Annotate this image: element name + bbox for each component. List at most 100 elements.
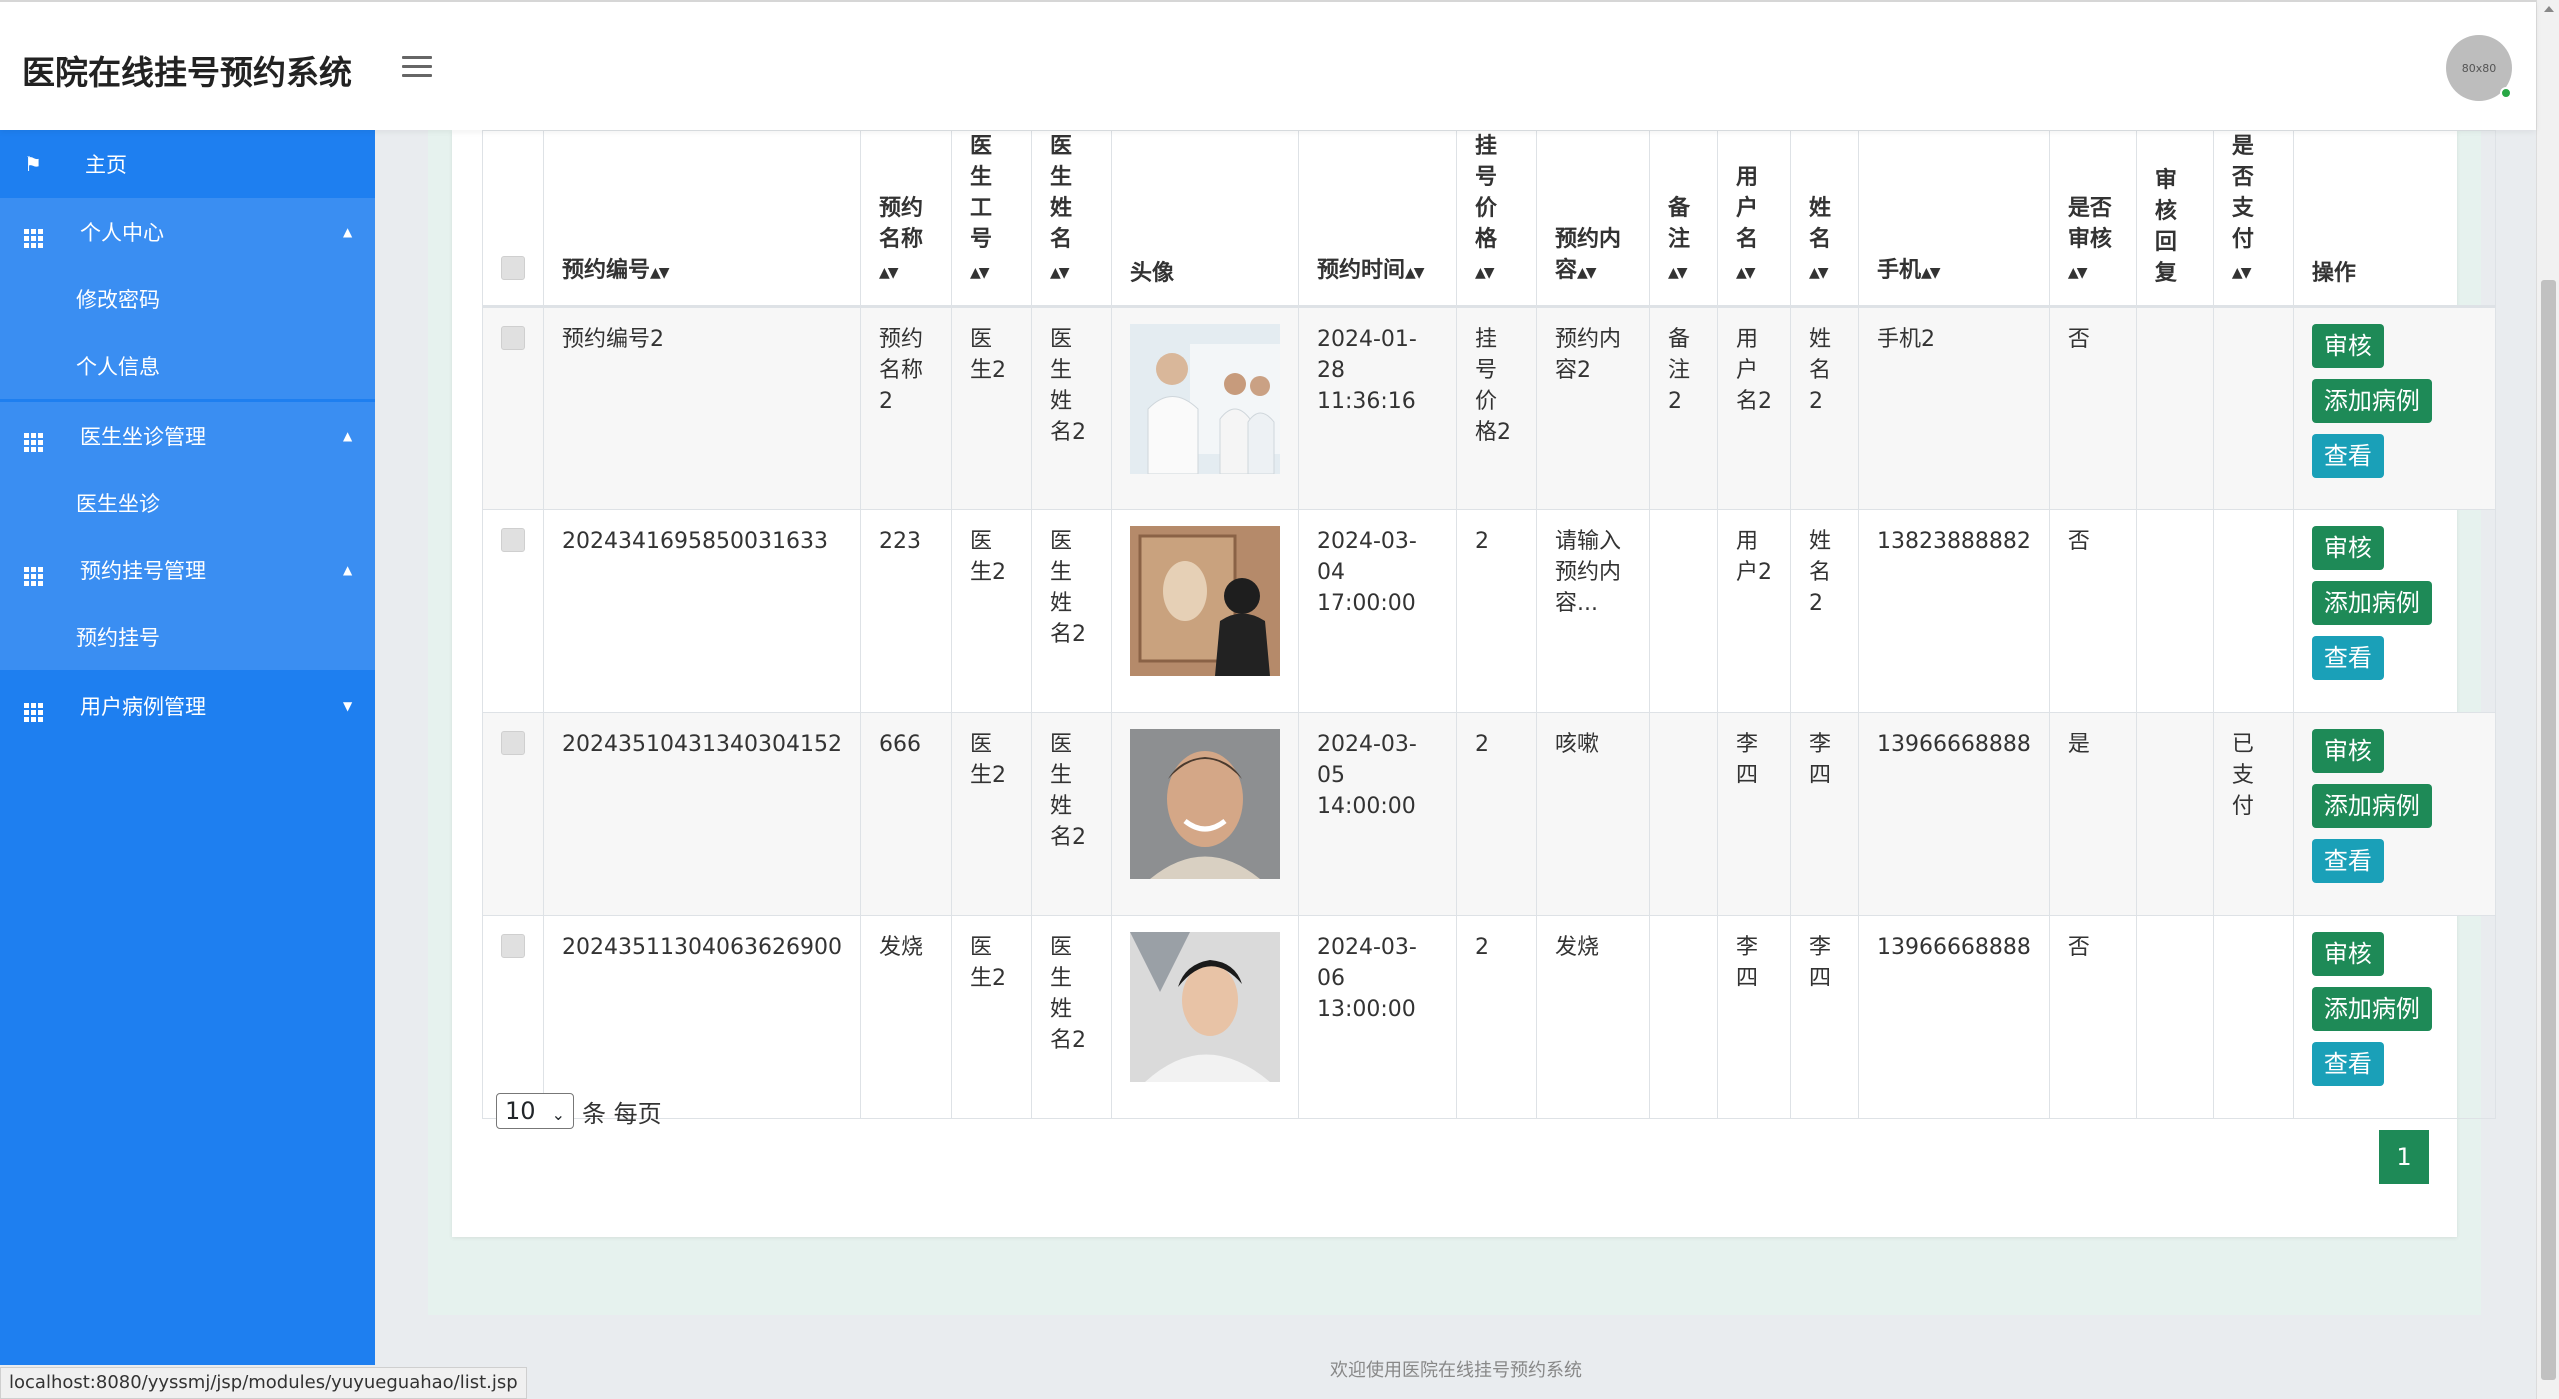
sort-icon[interactable]: ▲▼ <box>1577 265 1596 281</box>
header-cell[interactable]: 备注 ▲▼ <box>1648 130 1718 308</box>
cell-real-name: 姓名2 <box>1789 306 1859 510</box>
sidebar-item-doctor-schedule[interactable]: 医生坐诊 <box>0 469 375 536</box>
header-cell[interactable]: 预约名称▲▼ <box>859 130 952 308</box>
row-checkbox-cell[interactable] <box>482 712 544 916</box>
sort-icon[interactable]: ▲▼ <box>1921 265 1940 281</box>
review-button[interactable]: 审核 <box>2311 324 2384 368</box>
cell-name: 666 <box>859 712 952 916</box>
sort-icon[interactable]: ▲▼ <box>1050 265 1069 281</box>
cell-name: 预约名称2 <box>859 306 952 510</box>
page-button-current[interactable]: 1 <box>2379 1130 2429 1184</box>
view-button[interactable]: 查看 <box>2311 636 2384 680</box>
sort-icon[interactable]: ▲▼ <box>1809 265 1828 281</box>
select-all-checkbox-cell[interactable] <box>482 130 544 308</box>
table-row: 20243510431340304152 666 医生2 医生姓名2 2024-… <box>482 712 2496 916</box>
sort-icon[interactable]: ▲▼ <box>1475 265 1494 281</box>
sidebar-item-change-password[interactable]: 修改密码 <box>0 265 375 332</box>
cell-price: 2 <box>1455 712 1537 916</box>
header-cell[interactable]: 预约内容▲▼ <box>1535 130 1650 308</box>
online-status-dot <box>2500 87 2512 99</box>
app-title: 医院在线挂号预约系统 <box>22 53 352 92</box>
sort-icon[interactable]: ▲▼ <box>970 265 989 281</box>
grid-icon <box>22 215 44 248</box>
header-cell[interactable]: 手机▲▼ <box>1857 130 2050 308</box>
cell-reply <box>2135 306 2214 510</box>
avatar-photo-painting <box>1129 526 1280 676</box>
hamburger-menu-icon[interactable] <box>402 56 432 80</box>
sort-icon[interactable]: ▲▼ <box>1736 265 1755 281</box>
sort-icon[interactable]: ▲▼ <box>650 265 669 281</box>
view-button[interactable]: 查看 <box>2311 434 2384 478</box>
cell-price: 2 <box>1455 509 1537 713</box>
grid-icon <box>22 419 44 452</box>
sidebar-group-doctor-schedule[interactable]: 医生坐诊管理 ▲ <box>0 402 375 469</box>
add-case-button[interactable]: 添加病例 <box>2311 784 2432 828</box>
review-button[interactable]: 审核 <box>2311 526 2384 570</box>
cell-name: 发烧 <box>859 915 952 1119</box>
select-all-checkbox[interactable] <box>501 256 525 280</box>
cell-id: 20243511304063626900 <box>543 915 861 1119</box>
cell-note <box>1648 915 1718 1119</box>
table-row: 20243511304063626900 发烧 医生2 医生姓名2 2024-0… <box>482 915 2496 1119</box>
cell-time: 2024-03-04 17:00:00 <box>1297 509 1457 713</box>
cell-content: 预约内容2 <box>1535 306 1650 510</box>
row-checkbox[interactable] <box>501 934 525 958</box>
header-cell[interactable]: 姓名 ▲▼ <box>1789 130 1859 308</box>
sidebar-item-appointments[interactable]: 预约挂号 <box>0 603 375 670</box>
sort-icon[interactable]: ▲▼ <box>879 265 898 281</box>
review-button[interactable]: 审核 <box>2311 932 2384 976</box>
caret-up-icon: ▲ <box>343 224 353 239</box>
cell-price: 2 <box>1455 915 1537 1119</box>
per-page-label: 条 每页 <box>582 1100 662 1128</box>
header-cell[interactable]: 医生工号 ▲▼ <box>950 130 1032 308</box>
sidebar-item-label: 修改密码 <box>76 287 160 312</box>
row-checkbox[interactable] <box>501 326 525 350</box>
chevron-down-icon: ⌄ <box>551 1105 565 1124</box>
header-cell[interactable]: 预约编号▲▼ <box>543 130 861 308</box>
header-cell[interactable]: 医生姓名 ▲▼ <box>1030 130 1112 308</box>
add-case-button[interactable]: 添加病例 <box>2311 987 2432 1031</box>
row-checkbox[interactable] <box>501 528 525 552</box>
sidebar-item-label: 预约挂号 <box>76 625 160 650</box>
row-checkbox-cell[interactable] <box>482 915 544 1119</box>
avatar-photo-doctors <box>1129 324 1280 474</box>
cell-real-name: 李四 <box>1789 712 1859 916</box>
row-checkbox-cell[interactable] <box>482 509 544 713</box>
cell-doctor-name: 医生姓名2 <box>1030 509 1112 713</box>
sidebar-group-appointments[interactable]: 预约挂号管理 ▲ <box>0 536 375 603</box>
header-cell[interactable]: 是否审核 ▲▼ <box>2048 130 2137 308</box>
add-case-button[interactable]: 添加病例 <box>2311 379 2432 423</box>
row-checkbox-cell[interactable] <box>482 306 544 510</box>
scrollbar-thumb[interactable] <box>2541 280 2556 1380</box>
header-cell[interactable]: 挂号价格 ▲▼ <box>1455 130 1537 308</box>
header-cell[interactable]: 是否支付 ▲▼ <box>2212 130 2294 308</box>
scroll-up-arrow-icon[interactable] <box>2544 6 2554 12</box>
sort-icon[interactable]: ▲▼ <box>2232 265 2251 281</box>
cell-id: 2024341695850031633 <box>543 509 861 713</box>
cell-id: 预约编号2 <box>543 306 861 510</box>
sort-icon[interactable]: ▲▼ <box>2068 265 2087 281</box>
add-case-button[interactable]: 添加病例 <box>2311 581 2432 625</box>
view-button[interactable]: 查看 <box>2311 1042 2384 1086</box>
cell-reviewed: 是 <box>2048 712 2137 916</box>
sidebar-group-user-cases[interactable]: 用户病例管理 ▼ <box>0 672 375 739</box>
page-scrollbar[interactable] <box>2536 0 2559 1399</box>
header-cell[interactable]: 用户名▲▼ <box>1716 130 1791 308</box>
row-checkbox[interactable] <box>501 731 525 755</box>
cell-reviewed: 否 <box>2048 509 2137 713</box>
cell-doctor-name: 医生姓名2 <box>1030 915 1112 1119</box>
avatar-photo-smiling-man <box>1129 729 1280 879</box>
sort-icon[interactable]: ▲▼ <box>1405 265 1424 281</box>
sidebar-item-personal-info[interactable]: 个人信息 <box>0 332 375 399</box>
cell-time: 2024-01-28 11:36:16 <box>1297 306 1457 510</box>
sidebar-group-personal-center[interactable]: 个人中心 ▲ <box>0 198 375 265</box>
sidebar-item-home[interactable]: ⚑ 主页 <box>0 130 375 198</box>
sidebar-item-label: 预约挂号管理 <box>80 558 206 583</box>
view-button[interactable]: 查看 <box>2311 839 2384 883</box>
review-button[interactable]: 审核 <box>2311 729 2384 773</box>
page-size-select[interactable]: 10 ⌄ <box>496 1093 574 1129</box>
sort-icon[interactable]: ▲▼ <box>1668 265 1687 281</box>
header-cell[interactable]: 预约时间▲▼ <box>1297 130 1457 308</box>
cell-reply <box>2135 509 2214 713</box>
cell-username: 李四 <box>1716 712 1791 916</box>
